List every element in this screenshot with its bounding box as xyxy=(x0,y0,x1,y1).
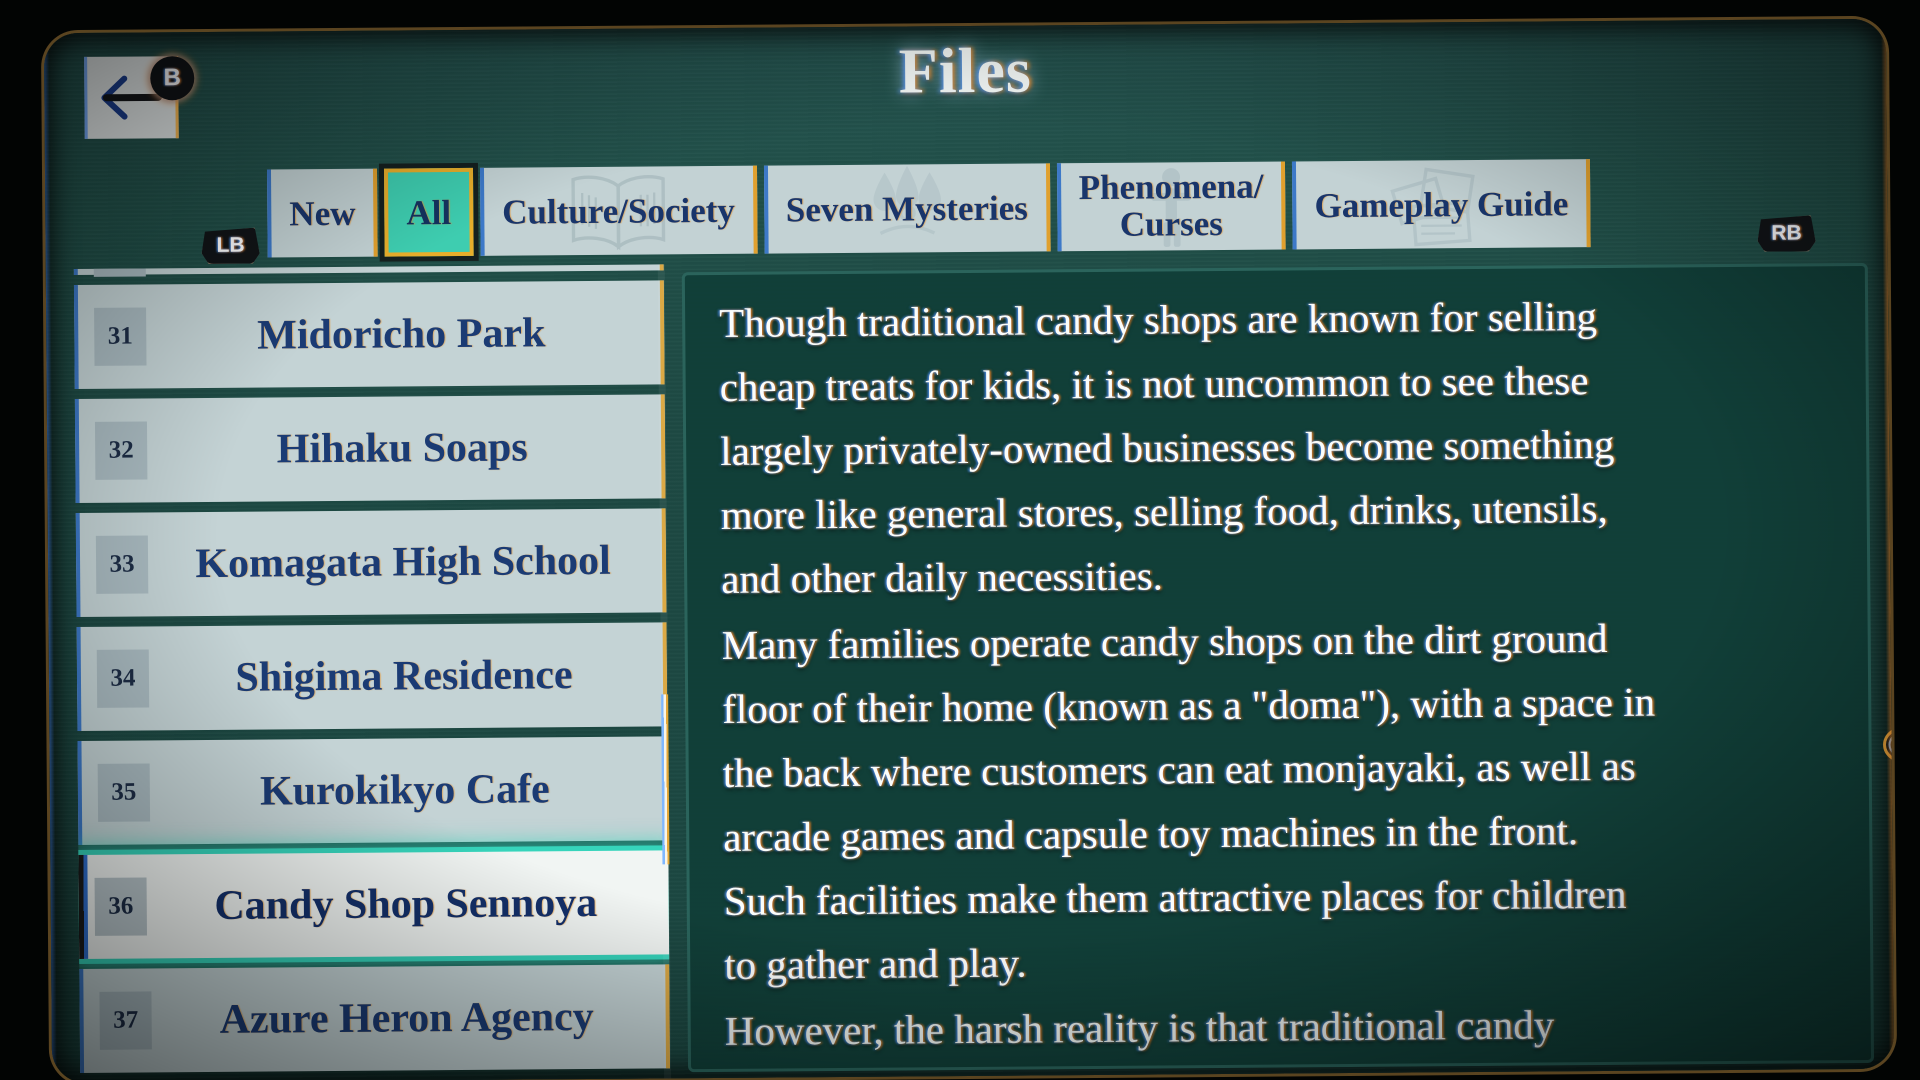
article-line: Though traditional candy shops are known… xyxy=(719,293,1598,346)
file-list[interactable]: 30Former Yasuda Gardens31Midoricho Park3… xyxy=(73,264,671,1080)
list-item[interactable]: 35 Kurokikyo Cafe xyxy=(77,736,669,846)
right-edge-fringe xyxy=(1880,18,1895,1069)
tab-label: New xyxy=(289,193,356,233)
article-line: arcade games and capsule toy machines in… xyxy=(723,807,1579,860)
tab-culture-society[interactable]: Culture/Society xyxy=(479,165,758,256)
article-line: more like general stores, selling food, … xyxy=(720,484,1608,538)
button-badge-rb[interactable]: RB xyxy=(1757,215,1815,251)
list-item[interactable]: 32 Hihaku Soaps xyxy=(74,394,666,504)
list-item-label: Kurokikyo Cafe xyxy=(259,766,550,815)
list-item[interactable]: 34 Shigima Residence xyxy=(76,622,668,732)
article-line: Such facilities make them attractive pla… xyxy=(723,870,1627,924)
list-item-number: 33 xyxy=(95,535,149,594)
list-item-label: Midoricho Park xyxy=(257,310,546,359)
article-paragraph: Many families operate candy shops on the… xyxy=(721,604,1836,997)
article-line: floor of their home (known as a "doma"),… xyxy=(722,678,1656,732)
left-edge-fringe xyxy=(43,33,58,1080)
article-pane: Though traditional candy shops are known… xyxy=(681,262,1875,1073)
article-line: and other daily necessities. xyxy=(721,552,1164,602)
list-item-number: 35 xyxy=(97,763,151,822)
list-item-label: Former Yasuda Gardens xyxy=(153,264,659,266)
article-text: Though traditional candy shops are known… xyxy=(685,266,1871,1063)
list-item-label: Komagata High School xyxy=(195,537,611,588)
article-line: largely privately-owned businesses becom… xyxy=(720,420,1615,474)
list-item[interactable]: 37 Azure Heron Agency xyxy=(79,964,671,1073)
tab-gameplay-guide[interactable]: Gameplay Guide xyxy=(1292,159,1591,250)
tab-label: Seven Mysteries xyxy=(785,188,1028,229)
list-item-number: 36 xyxy=(94,877,147,936)
tab-label: All xyxy=(406,192,452,232)
tab-new[interactable]: New xyxy=(266,168,378,258)
list-item-number: 32 xyxy=(94,421,148,480)
list-item-label: Shigima Residence xyxy=(235,652,573,701)
list-item[interactable]: 31 Midoricho Park xyxy=(73,280,665,390)
button-badge-lb[interactable]: LB xyxy=(201,228,259,264)
list-item[interactable]: 33 Komagata High School xyxy=(75,508,667,618)
page-title: Files xyxy=(898,34,1032,107)
tab-phenomena-curses[interactable]: Phenomena/Curses xyxy=(1056,161,1286,252)
list-item[interactable]: 36 Candy Shop Sennoya xyxy=(78,850,670,960)
list-item-label: Hihaku Soaps xyxy=(276,424,528,473)
tab-label: Culture/Society xyxy=(501,190,735,232)
article-paragraph: Though traditional candy shops are known… xyxy=(719,282,1833,611)
list-scrollbar-thumb[interactable] xyxy=(661,694,670,865)
tab-label: Gameplay Guide xyxy=(1314,183,1569,225)
article-line: to gather and play. xyxy=(724,939,1027,988)
category-tab-bar: New All Culture/Society Seven Mysteries Phen… xyxy=(266,159,1591,258)
tab-seven-mysteries[interactable]: Seven Mysteries xyxy=(763,163,1051,254)
tab-all[interactable]: All xyxy=(384,167,474,257)
list-item[interactable]: 30 Former Yasuda Gardens xyxy=(73,264,664,277)
tab-label: Phenomena/Curses xyxy=(1078,166,1264,244)
list-item-label: Candy Shop Sennoya xyxy=(214,879,598,929)
list-item-number: 31 xyxy=(94,307,147,366)
list-item-number: 37 xyxy=(99,991,152,1050)
article-line: cheap treats for kids, it is not uncommo… xyxy=(719,357,1589,410)
files-menu-panel: Files B LB RB New All Culture/Society Seven… xyxy=(43,18,1895,1080)
list-item-number: 30 xyxy=(93,264,146,277)
article-line: However, the harsh reality is that tradi… xyxy=(724,1001,1555,1054)
article-line: Many families operate candy shops on the… xyxy=(721,614,1608,668)
list-item-label: Azure Heron Agency xyxy=(219,993,594,1043)
right-stick-icon: R xyxy=(1883,725,1895,765)
article-paragraph: However, the harsh reality is that tradi… xyxy=(725,990,1837,1063)
article-line: the back where customers can eat monjaya… xyxy=(722,742,1636,796)
game-screen: Files B LB RB New All Culture/Society Seven… xyxy=(0,0,1920,1080)
button-badge-b[interactable]: B xyxy=(150,56,195,101)
list-item-number: 34 xyxy=(96,649,150,708)
